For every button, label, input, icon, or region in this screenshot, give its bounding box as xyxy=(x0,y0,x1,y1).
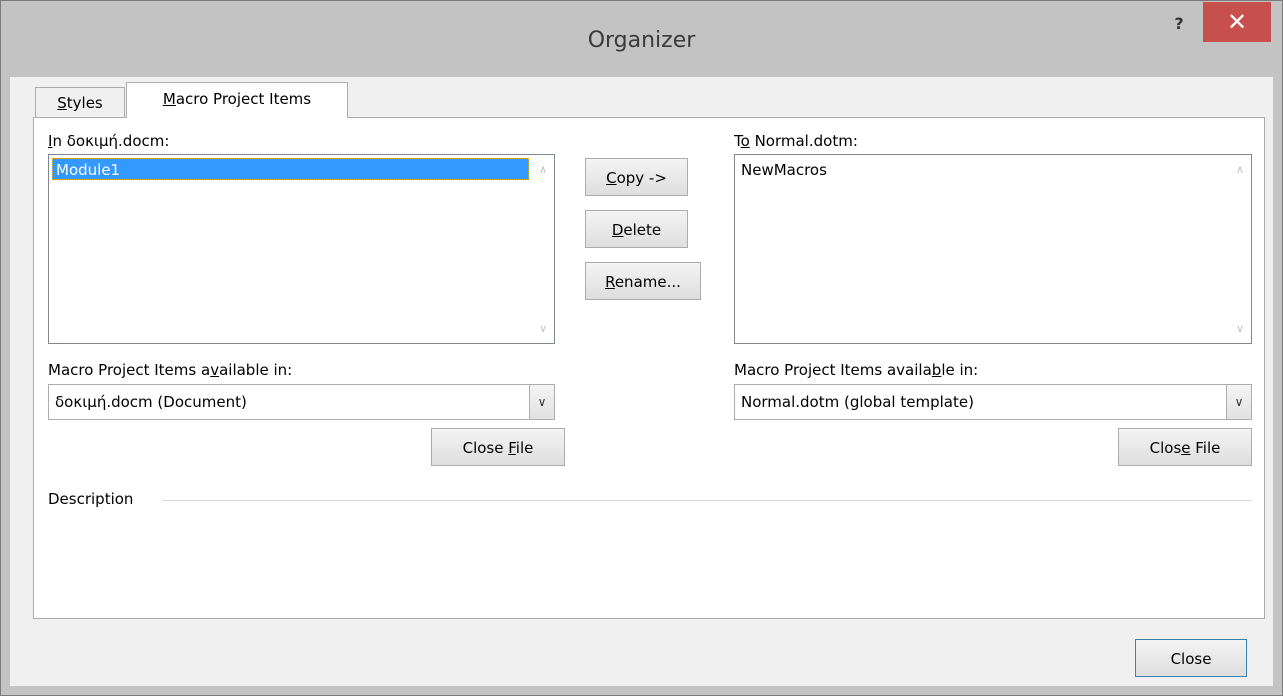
list-item[interactable]: NewMacros xyxy=(741,159,827,181)
description-label: Description xyxy=(48,490,134,508)
dialog-body: Styles Macro Project Items In δοκιμή.doc… xyxy=(10,77,1273,686)
tab-macro-project-items-label: Macro Project Items xyxy=(162,90,312,108)
scroll-up-icon[interactable]: ∧ xyxy=(532,163,554,176)
list-item[interactable]: Module1 xyxy=(52,158,529,180)
left-close-file-button[interactable]: Close File xyxy=(431,428,565,466)
dialog-title: Organizer xyxy=(587,28,696,53)
left-available-dropdown[interactable]: δοκιμή.docm (Document) ∨ xyxy=(48,384,555,420)
tab-macro-project-items[interactable]: Macro Project Items xyxy=(126,82,348,118)
left-macro-list[interactable]: Module1 ∧ ∨ xyxy=(48,154,555,344)
scroll-up-icon[interactable]: ∧ xyxy=(1229,163,1251,176)
organizer-dialog: Organizer ? ✕ Styles Macro Project Items… xyxy=(0,0,1283,696)
tab-panel: In δοκιμή.docm: Module1 ∧ ∨ Copy -> Dele… xyxy=(33,117,1265,619)
right-available-label: Macro Project Items available in: xyxy=(734,361,979,379)
right-list-scrollbar[interactable]: ∧ ∨ xyxy=(1229,155,1251,343)
left-available-value: δοκιμή.docm (Document) xyxy=(55,393,247,411)
scroll-down-icon[interactable]: ∨ xyxy=(532,322,554,335)
right-available-dropdown[interactable]: Normal.dotm (global template) ∨ xyxy=(734,384,1252,420)
chevron-down-icon[interactable]: ∨ xyxy=(529,385,554,419)
left-list-label: In δοκιμή.docm: xyxy=(48,132,170,150)
left-list-scrollbar[interactable]: ∧ ∨ xyxy=(532,155,554,343)
chevron-down-icon[interactable]: ∨ xyxy=(1226,385,1251,419)
description-divider xyxy=(162,500,1252,501)
copy-button[interactable]: Copy -> xyxy=(585,158,688,196)
close-button[interactable]: Close xyxy=(1135,639,1247,677)
close-icon[interactable]: ✕ xyxy=(1203,2,1271,42)
right-available-value: Normal.dotm (global template) xyxy=(741,393,974,411)
rename-button[interactable]: Rename... xyxy=(585,262,701,300)
title-bar[interactable]: Organizer ? ✕ xyxy=(1,1,1282,77)
scroll-down-icon[interactable]: ∨ xyxy=(1229,322,1251,335)
right-list-label: To Normal.dotm: xyxy=(734,132,858,150)
delete-button[interactable]: Delete xyxy=(585,210,688,248)
tab-styles-label: Styles xyxy=(57,94,103,112)
left-available-label: Macro Project Items available in: xyxy=(48,361,293,379)
right-macro-list[interactable]: NewMacros ∧ ∨ xyxy=(734,154,1252,344)
tab-styles[interactable]: Styles xyxy=(35,87,125,118)
right-close-file-button[interactable]: Close File xyxy=(1118,428,1252,466)
help-icon[interactable]: ? xyxy=(1161,10,1197,38)
